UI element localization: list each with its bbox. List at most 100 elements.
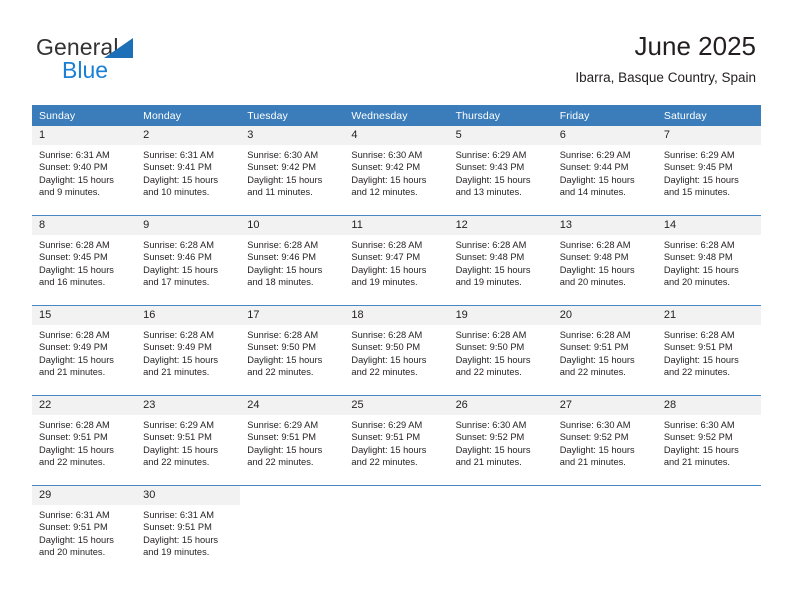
day-number: [656, 486, 761, 505]
general-blue-logo[interactable]: General Blue: [36, 34, 236, 90]
day-details: Sunrise: 6:28 AM Sunset: 9:48 PM Daylight:…: [449, 235, 553, 289]
sunset-time: Sunset: 9:43 PM: [455, 162, 525, 173]
calendar-day-cell[interactable]: 30 Sunrise: 6:31 AM Sunset: 9:51 PM Dayligh…: [136, 485, 241, 575]
daylight-line-2: and 15 minutes.: [663, 187, 730, 198]
calendar-day-cell[interactable]: 9 Sunrise: 6:28 AM Sunset: 9:46 PM Daylight…: [136, 215, 241, 306]
sunrise-time: Sunrise: 6:28 AM: [143, 240, 214, 250]
location-subtitle: Ibarra, Basque Country, Spain: [575, 70, 756, 85]
calendar-day-cell[interactable]: 10 Sunrise: 6:28 AM Sunset: 9:46 PM Dayligh…: [240, 215, 345, 306]
day-number: 15: [32, 306, 137, 325]
sunset-time: Sunset: 9:46 PM: [247, 252, 317, 263]
day-details: Sunrise: 6:28 AM Sunset: 9:47 PM Daylight:…: [344, 235, 448, 289]
sunrise-time: Sunrise: 6:30 AM: [351, 150, 423, 160]
sunrise-time: Sunrise: 6:29 AM: [351, 420, 423, 430]
sunset-time: Sunset: 9:49 PM: [39, 342, 108, 353]
sunrise-time: Sunrise: 6:28 AM: [351, 330, 423, 340]
daylight-line-2: and 19 minutes.: [455, 277, 522, 288]
day-number: 23: [136, 396, 241, 415]
daylight-line-2: and 19 minutes.: [351, 277, 418, 288]
calendar-day-cell-empty: [552, 485, 657, 575]
daylight-line-1: Daylight: 15 hours: [143, 354, 219, 365]
day-number: [344, 486, 449, 505]
calendar-day-cell[interactable]: 17 Sunrise: 6:28 AM Sunset: 9:50 PM Dayligh…: [240, 305, 345, 396]
logo-text-blue: Blue: [62, 57, 109, 83]
calendar-day-cell[interactable]: 15 Sunrise: 6:28 AM Sunset: 9:49 PM Dayligh…: [32, 305, 137, 396]
day-details: Sunrise: 6:29 AM Sunset: 9:44 PM Daylight:…: [553, 145, 657, 199]
sunset-time: Sunset: 9:51 PM: [559, 342, 629, 353]
calendar-day-cell[interactable]: 22 Sunrise: 6:28 AM Sunset: 9:51 PM Dayligh…: [32, 395, 137, 486]
calendar-day-cell[interactable]: 12 Sunrise: 6:28 AM Sunset: 9:48 PM Dayligh…: [448, 215, 553, 306]
daylight-line-1: Daylight: 15 hours: [455, 264, 531, 275]
sunset-time: Sunset: 9:45 PM: [39, 252, 108, 263]
weekday-header-wednesday: Wednesday: [344, 105, 449, 126]
sunset-time: Sunset: 9:45 PM: [663, 162, 733, 173]
day-details: Sunrise: 6:28 AM Sunset: 9:50 PM Daylight:…: [344, 325, 448, 379]
calendar-day-cell[interactable]: 23 Sunrise: 6:29 AM Sunset: 9:51 PM Dayligh…: [136, 395, 241, 486]
calendar-day-cell[interactable]: 1 Sunrise: 6:31 AM Sunset: 9:40 PM Daylight…: [32, 126, 137, 216]
daylight-line-1: Daylight: 15 hours: [247, 444, 323, 455]
calendar-day-cell[interactable]: 11 Sunrise: 6:28 AM Sunset: 9:47 PM Dayligh…: [344, 215, 449, 306]
daylight-line-2: and 10 minutes.: [143, 187, 210, 198]
sunrise-time: Sunrise: 6:28 AM: [455, 330, 527, 340]
sunrise-time: Sunrise: 6:30 AM: [455, 420, 527, 430]
day-number: [240, 486, 345, 505]
sunrise-time: Sunrise: 6:28 AM: [663, 240, 735, 250]
sunset-time: Sunset: 9:51 PM: [143, 522, 212, 533]
calendar-day-cell[interactable]: 3 Sunrise: 6:30 AM Sunset: 9:42 PM Daylight…: [240, 126, 345, 216]
calendar-day-cell[interactable]: 21 Sunrise: 6:28 AM Sunset: 9:51 PM Dayligh…: [656, 305, 761, 396]
daylight-line-2: and 22 minutes.: [351, 367, 418, 378]
calendar-day-cell[interactable]: 29 Sunrise: 6:31 AM Sunset: 9:51 PM Dayligh…: [32, 485, 137, 575]
daylight-line-1: Daylight: 15 hours: [559, 174, 635, 185]
sunset-time: Sunset: 9:41 PM: [143, 162, 212, 173]
calendar-day-cell[interactable]: 18 Sunrise: 6:28 AM Sunset: 9:50 PM Dayligh…: [344, 305, 449, 396]
calendar-day-cell[interactable]: 25 Sunrise: 6:29 AM Sunset: 9:51 PM Dayligh…: [344, 395, 449, 486]
calendar-day-cell[interactable]: 16 Sunrise: 6:28 AM Sunset: 9:49 PM Dayligh…: [136, 305, 241, 396]
calendar-day-cell[interactable]: 28 Sunrise: 6:30 AM Sunset: 9:52 PM Dayligh…: [656, 395, 761, 486]
calendar-day-cell[interactable]: 7 Sunrise: 6:29 AM Sunset: 9:45 PM Daylight…: [656, 126, 761, 216]
calendar-day-cell[interactable]: 5 Sunrise: 6:29 AM Sunset: 9:43 PM Daylight…: [448, 126, 553, 216]
calendar-day-cell[interactable]: 27 Sunrise: 6:30 AM Sunset: 9:52 PM Dayligh…: [552, 395, 657, 486]
sunrise-time: Sunrise: 6:30 AM: [663, 420, 735, 430]
sunrise-time: Sunrise: 6:28 AM: [455, 240, 527, 250]
calendar-day-cell[interactable]: 8 Sunrise: 6:28 AM Sunset: 9:45 PM Daylight…: [32, 215, 137, 306]
day-details: Sunrise: 6:30 AM Sunset: 9:52 PM Daylight:…: [553, 415, 657, 469]
sunset-time: Sunset: 9:46 PM: [143, 252, 212, 263]
calendar-day-cell[interactable]: 4 Sunrise: 6:30 AM Sunset: 9:42 PM Daylight…: [344, 126, 449, 216]
weekday-header-sunday: Sunday: [32, 105, 137, 126]
day-number: 30: [136, 486, 241, 505]
calendar-day-cell-empty: [240, 485, 345, 575]
day-number: 6: [552, 126, 657, 145]
day-details: Sunrise: 6:28 AM Sunset: 9:46 PM Daylight:…: [240, 235, 344, 289]
calendar-day-cell[interactable]: 20 Sunrise: 6:28 AM Sunset: 9:51 PM Dayligh…: [552, 305, 657, 396]
sunrise-time: Sunrise: 6:29 AM: [143, 420, 214, 430]
calendar-day-cell[interactable]: 26 Sunrise: 6:30 AM Sunset: 9:52 PM Dayligh…: [448, 395, 553, 486]
sunrise-time: Sunrise: 6:28 AM: [559, 330, 631, 340]
day-number: 12: [448, 216, 553, 235]
daylight-line-1: Daylight: 15 hours: [559, 354, 635, 365]
day-number: 13: [552, 216, 657, 235]
day-number: 22: [32, 396, 137, 415]
sunrise-time: Sunrise: 6:31 AM: [39, 510, 110, 520]
daylight-line-2: and 22 minutes.: [663, 367, 730, 378]
calendar-day-cell[interactable]: 13 Sunrise: 6:28 AM Sunset: 9:48 PM Dayligh…: [552, 215, 657, 306]
day-number: [552, 486, 657, 505]
sunrise-time: Sunrise: 6:31 AM: [143, 510, 214, 520]
daylight-line-2: and 22 minutes.: [39, 457, 106, 468]
calendar-day-cell[interactable]: 2 Sunrise: 6:31 AM Sunset: 9:41 PM Daylight…: [136, 126, 241, 216]
day-details: Sunrise: 6:28 AM Sunset: 9:50 PM Daylight:…: [449, 325, 553, 379]
calendar-day-cell[interactable]: 6 Sunrise: 6:29 AM Sunset: 9:44 PM Daylight…: [552, 126, 657, 216]
sunset-time: Sunset: 9:48 PM: [559, 252, 629, 263]
day-details: Sunrise: 6:31 AM Sunset: 9:40 PM Daylight:…: [32, 145, 136, 199]
day-details: Sunrise: 6:28 AM Sunset: 9:46 PM Daylight:…: [136, 235, 240, 289]
calendar-day-cell[interactable]: 14 Sunrise: 6:28 AM Sunset: 9:48 PM Dayligh…: [656, 215, 761, 306]
day-details: Sunrise: 6:28 AM Sunset: 9:48 PM Daylight:…: [657, 235, 761, 289]
calendar-week-row: 22 Sunrise: 6:28 AM Sunset: 9:51 PM Dayligh…: [32, 395, 761, 486]
calendar-day-cell[interactable]: 24 Sunrise: 6:29 AM Sunset: 9:51 PM Dayligh…: [240, 395, 345, 486]
day-number: 18: [344, 306, 449, 325]
day-number: 7: [656, 126, 761, 145]
sunrise-time: Sunrise: 6:31 AM: [39, 150, 110, 160]
daylight-line-2: and 21 minutes.: [143, 367, 210, 378]
daylight-line-2: and 21 minutes.: [559, 457, 626, 468]
calendar-day-cell[interactable]: 19 Sunrise: 6:28 AM Sunset: 9:50 PM Dayligh…: [448, 305, 553, 396]
day-number: 20: [552, 306, 657, 325]
